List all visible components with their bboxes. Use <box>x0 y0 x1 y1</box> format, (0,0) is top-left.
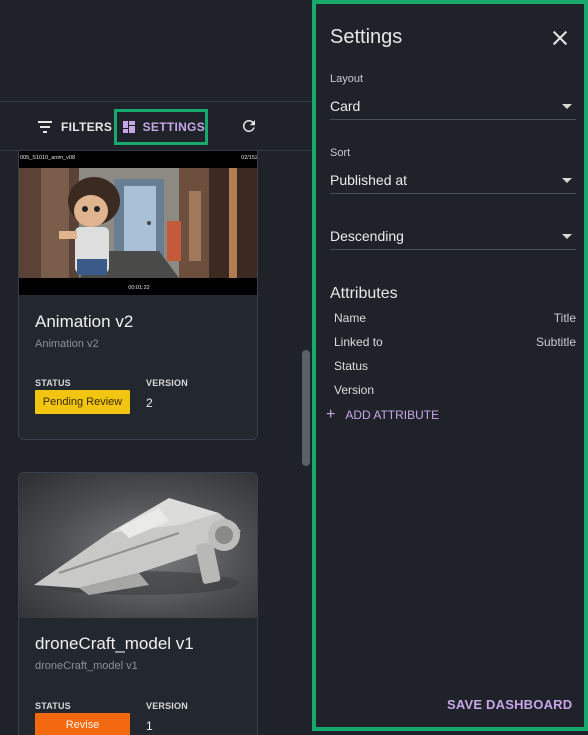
add-attribute-button[interactable]: + ADD ATTRIBUTE <box>326 407 439 423</box>
settings-label: SETTINGS <box>142 120 205 134</box>
filters-button[interactable]: FILTERS <box>38 110 112 144</box>
filter-icon <box>38 121 52 133</box>
thumb-caption-right: 02/152 <box>241 155 258 161</box>
sort-field-select[interactable]: Published at <box>330 166 576 194</box>
version-label: VERSION <box>146 378 188 388</box>
status-label: STATUS <box>35 378 71 388</box>
settings-panel: Settings Layout Card Sort Published at D… <box>312 0 588 731</box>
attributes-heading: Attributes <box>330 285 398 302</box>
dropdown-arrow-icon <box>562 178 572 183</box>
layout-value: Card <box>330 98 361 114</box>
version-card[interactable]: 005_S1010_anim_v08 02/152 00:01:22 Anima… <box>18 151 258 440</box>
attribute-row[interactable]: Version <box>334 383 576 399</box>
attribute-name: Version <box>334 383 375 397</box>
sort-label: Sort <box>330 147 351 159</box>
version-value: 2 <box>146 396 153 410</box>
refresh-icon[interactable] <box>240 117 258 135</box>
status-badge: Pending Review <box>35 390 130 414</box>
attribute-row[interactable]: Name Title <box>334 311 576 327</box>
scrollbar-thumb[interactable] <box>302 350 310 466</box>
attribute-row[interactable]: Linked to Subtitle <box>334 335 576 351</box>
dashboard-layout-icon <box>123 121 135 133</box>
status-badge: Revise <box>35 713 130 735</box>
attribute-name: Name <box>334 311 367 325</box>
add-attribute-label: ADD ATTRIBUTE <box>345 408 440 422</box>
dashboard-toolbar: FILTERS SETTINGS <box>0 101 312 151</box>
layout-select[interactable]: Card <box>330 92 576 120</box>
attribute-role: Subtitle <box>535 335 576 349</box>
layout-label: Layout <box>330 73 364 85</box>
card-title: droneCraft_model v1 <box>35 634 194 653</box>
thumb-timecode: 00:01:22 <box>128 285 149 291</box>
sort-order-value: Descending <box>330 228 404 244</box>
attribute-name: Linked to <box>334 335 383 349</box>
version-card[interactable]: droneCraft_model v1 droneCraft_model v1 … <box>18 472 258 735</box>
model-thumbnail <box>19 473 257 618</box>
version-label: VERSION <box>146 701 188 711</box>
card-title: Animation v2 <box>35 312 134 331</box>
version-value: 1 <box>146 719 153 733</box>
dropdown-arrow-icon <box>562 104 572 109</box>
thumb-caption-left: 005_S1010_anim_v08 <box>20 155 75 161</box>
card-subtitle: Animation v2 <box>35 338 99 350</box>
save-dashboard-button[interactable]: SAVE DASHBOARD <box>447 697 572 712</box>
dropdown-arrow-icon <box>562 234 572 239</box>
animation-thumbnail: 005_S1010_anim_v08 02/152 00:01:22 <box>19 151 258 295</box>
settings-button[interactable]: SETTINGS <box>114 109 208 145</box>
attribute-name: Status <box>334 359 369 373</box>
sort-field-value: Published at <box>330 172 408 188</box>
attribute-role: Title <box>553 311 576 325</box>
dashboard-area: FILTERS SETTINGS 005_S1010_anim_v08 02/1… <box>0 0 312 735</box>
status-label: STATUS <box>35 701 71 711</box>
card-subtitle: droneCraft_model v1 <box>35 660 138 672</box>
panel-title: Settings <box>330 26 403 48</box>
plus-icon: + <box>326 406 336 423</box>
close-icon[interactable] <box>552 30 568 46</box>
sort-order-select[interactable]: Descending <box>330 222 576 250</box>
attribute-row[interactable]: Status <box>334 359 576 375</box>
filters-label: FILTERS <box>61 120 113 134</box>
